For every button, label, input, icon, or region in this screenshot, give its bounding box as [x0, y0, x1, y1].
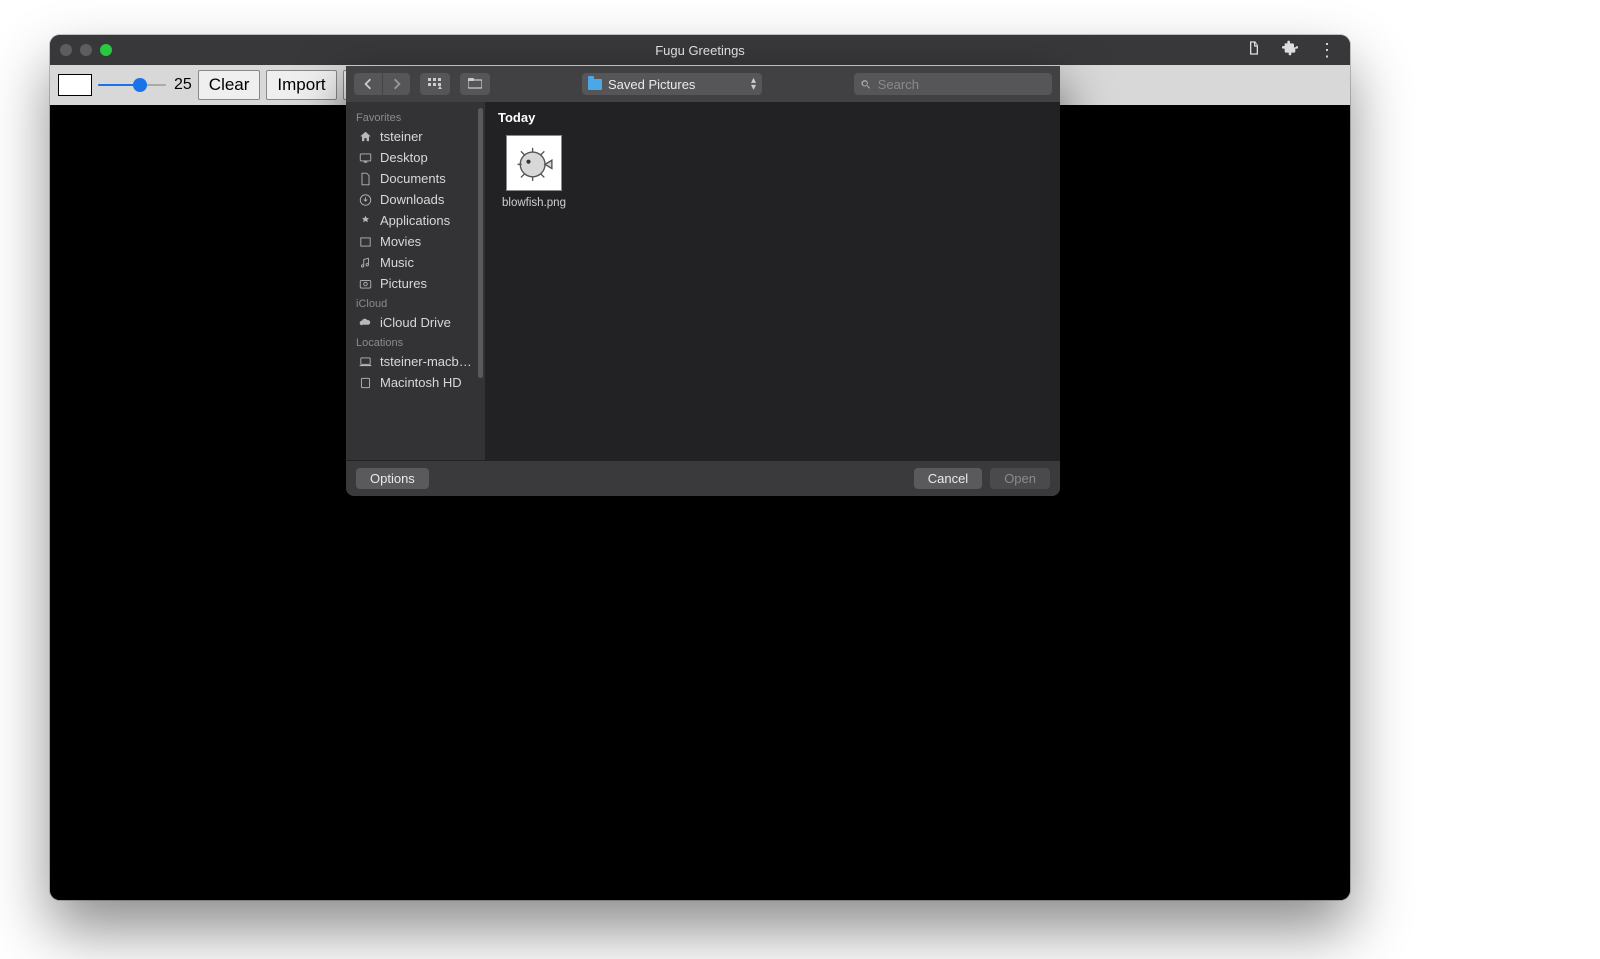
clear-button[interactable]: Clear	[198, 70, 261, 100]
folder-icon	[588, 79, 602, 90]
location-label: Saved Pictures	[608, 77, 695, 92]
cancel-button[interactable]: Cancel	[914, 468, 982, 489]
sidebar-item-documents[interactable]: Documents	[346, 168, 485, 189]
minimize-window-button[interactable]	[80, 44, 92, 56]
sidebar-group-locations: Locations	[346, 333, 485, 351]
file-item[interactable]: blowfish.png	[498, 135, 570, 209]
open-dialog-sidebar: Favorites tsteiner Desktop Documents Dow…	[346, 102, 486, 460]
open-dialog-toolbar: Saved Pictures ▴▾	[346, 66, 1060, 102]
file-name: blowfish.png	[502, 197, 566, 209]
chevron-updown-icon: ▴▾	[751, 77, 756, 91]
app-window: Fugu Greetings ⋮ 25 Clear Import Export	[50, 35, 1350, 900]
traffic-lights	[60, 44, 112, 56]
content-section-label: Today	[486, 102, 1060, 129]
sidebar-item-pictures[interactable]: Pictures	[346, 273, 485, 294]
search-field[interactable]	[854, 73, 1052, 95]
brush-size-slider[interactable]	[98, 82, 166, 88]
open-dialog-content: Today	[486, 102, 1060, 460]
open-dialog-footer: Options Cancel Open	[346, 460, 1060, 496]
blowfish-icon	[512, 141, 556, 185]
group-by-button[interactable]	[460, 73, 490, 95]
search-input[interactable]	[878, 77, 1046, 92]
title-bar: Fugu Greetings ⋮	[50, 35, 1350, 65]
options-button[interactable]: Options	[356, 468, 429, 489]
sidebar-item-desktop[interactable]: Desktop	[346, 147, 485, 168]
sidebar-item-disk[interactable]: Macintosh HD	[346, 372, 485, 393]
sidebar-item-home[interactable]: tsteiner	[346, 126, 485, 147]
color-swatch[interactable]	[58, 74, 92, 96]
back-button[interactable]	[354, 73, 382, 95]
sidebar-item-computer[interactable]: tsteiner-macb…	[346, 351, 485, 372]
sidebar-group-icloud: iCloud	[346, 294, 485, 312]
open-button[interactable]: Open	[990, 468, 1050, 489]
sidebar-item-applications[interactable]: Applications	[346, 210, 485, 231]
search-icon	[860, 78, 872, 91]
zoom-window-button[interactable]	[100, 44, 112, 56]
sidebar-item-music[interactable]: Music	[346, 252, 485, 273]
brush-size-value: 25	[174, 76, 192, 94]
nav-back-forward	[354, 73, 410, 95]
view-mode-segment[interactable]	[420, 73, 450, 95]
import-button[interactable]: Import	[266, 70, 336, 100]
extensions-icon[interactable]	[1282, 40, 1298, 61]
more-menu-icon[interactable]: ⋮	[1318, 41, 1340, 59]
file-thumbnail	[506, 135, 562, 191]
forward-button[interactable]	[382, 73, 410, 95]
sidebar-item-downloads[interactable]: Downloads	[346, 189, 485, 210]
sidebar-scrollbar[interactable]	[478, 108, 483, 454]
window-title: Fugu Greetings	[655, 43, 745, 58]
location-popup[interactable]: Saved Pictures ▴▾	[582, 73, 762, 95]
open-file-dialog: Saved Pictures ▴▾ Favorites tsteiner Des…	[346, 66, 1060, 496]
document-icon[interactable]	[1246, 40, 1262, 61]
close-window-button[interactable]	[60, 44, 72, 56]
sidebar-group-favorites: Favorites	[346, 108, 485, 126]
sidebar-item-movies[interactable]: Movies	[346, 231, 485, 252]
sidebar-item-icloud-drive[interactable]: iCloud Drive	[346, 312, 485, 333]
